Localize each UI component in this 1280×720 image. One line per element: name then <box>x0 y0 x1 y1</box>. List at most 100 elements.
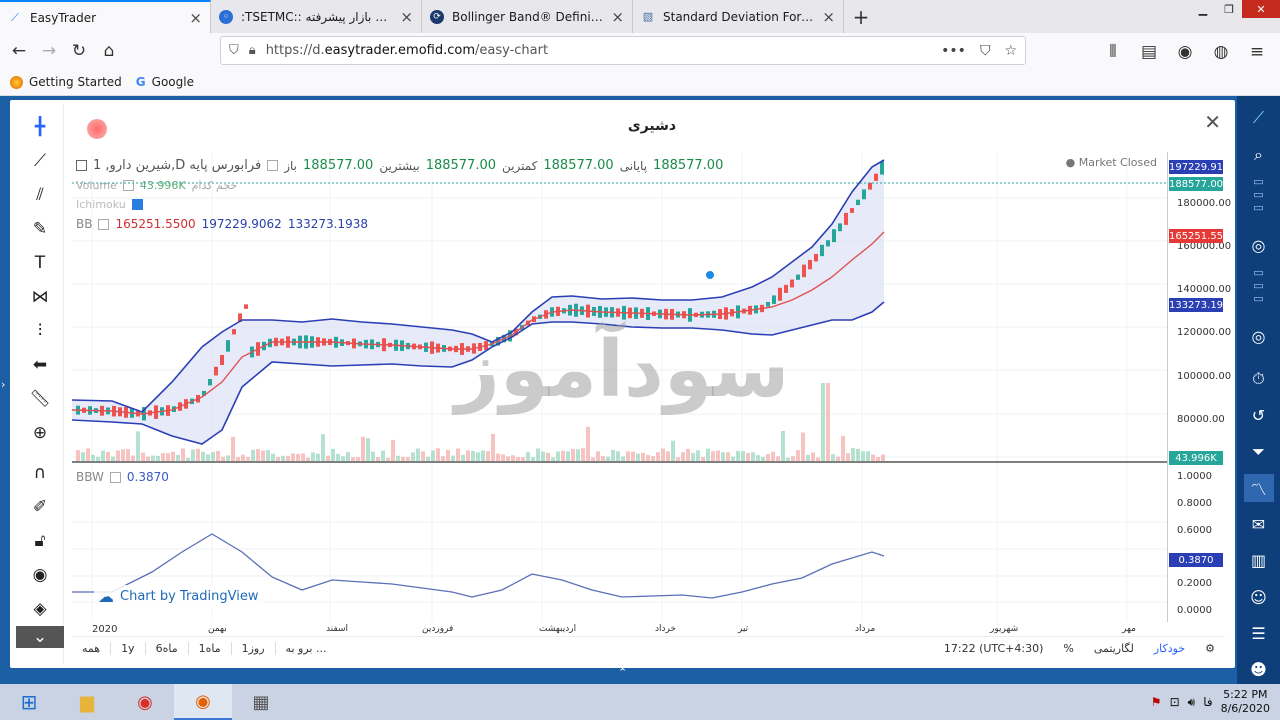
settings-icon[interactable] <box>98 218 110 230</box>
bookmark-star-icon[interactable]: ☆ <box>1004 43 1017 59</box>
trendline-icon[interactable]: ⟋ <box>16 144 64 178</box>
volume-bar <box>426 456 430 461</box>
globe-menu-icon[interactable]: ◍ <box>1206 37 1236 67</box>
crosshair-icon[interactable]: ╋ <box>16 110 64 144</box>
text-icon[interactable]: T <box>16 246 64 280</box>
network-icon[interactable]: ⊡ <box>1170 695 1180 709</box>
chart-line-icon[interactable]: 〽 <box>1243 473 1274 503</box>
bookmark-getting-started[interactable]: Getting Started <box>10 75 122 89</box>
price-axis[interactable] <box>1167 152 1225 622</box>
range-1y-button[interactable]: 1y <box>111 642 146 655</box>
watchlist-icon[interactable]: ◎ <box>1244 231 1274 259</box>
range-1m-button[interactable]: 1ماه <box>189 642 232 655</box>
tab-bollinger[interactable]: ⟳ Bollinger Band® Definition × <box>422 0 633 33</box>
pocket-icon[interactable]: ⛉ <box>980 43 991 59</box>
flag-icon[interactable]: ⚑ <box>1151 695 1162 709</box>
calculator-icon[interactable]: ▦ <box>232 684 290 720</box>
close-tab-icon[interactable]: × <box>400 8 413 26</box>
list-icon[interactable]: ☰ <box>1244 619 1274 647</box>
unlock-icon[interactable]: 🔓︎ <box>16 524 64 558</box>
chevron-down-icon[interactable]: ⌄ <box>16 626 64 648</box>
settings-icon[interactable] <box>267 160 279 171</box>
magnet-icon[interactable]: ∩ <box>16 456 64 490</box>
support-icon[interactable]: ☺ <box>1244 583 1274 611</box>
log-toggle[interactable]: لگاریتمی <box>1084 642 1144 655</box>
alarm-icon[interactable]: ⏱ <box>1244 365 1274 393</box>
eye-icon[interactable]: ◉ <box>16 558 64 592</box>
volume-bar <box>671 440 675 461</box>
collapse-icon[interactable] <box>76 160 87 171</box>
search-icon[interactable]: ⌕ <box>1244 140 1274 168</box>
url-bar[interactable]: ⛉ 🔒︎ https://d. easytrader.emofid.com/eas… <box>220 36 1026 65</box>
user-icon[interactable]: ☻ <box>1244 656 1274 684</box>
arrow-left-icon[interactable]: ⬅ <box>16 348 64 382</box>
pattern-icon[interactable]: ⋈ <box>16 280 64 314</box>
draw-lock-icon[interactable]: ✐ <box>16 490 64 524</box>
brush-icon[interactable]: ✎ <box>16 212 64 246</box>
account-icon[interactable]: ◉ <box>1170 37 1200 67</box>
forward-icon[interactable]: → <box>34 36 64 66</box>
close-tab-icon[interactable]: × <box>611 8 624 26</box>
tab-tsetmc[interactable]: ◦ :TSETMC:: ده بان بازار پیشرفته × <box>211 0 422 33</box>
close-icon[interactable]: ✕ <box>1204 110 1221 134</box>
pitchfork-icon[interactable]: ⫽ <box>16 178 64 212</box>
sidebar-icon[interactable]: ▤ <box>1134 37 1164 67</box>
volume-bar <box>271 453 275 461</box>
portfolio-vertical-tab[interactable]: ▭▭▭ <box>1252 266 1265 323</box>
minimize-icon[interactable]: ▁ <box>1190 0 1216 18</box>
bar-chart-icon[interactable]: ▥ <box>1244 547 1274 575</box>
home-icon[interactable]: ⌂ <box>94 36 124 66</box>
toolbar-expand-arrow[interactable]: › <box>1 378 5 391</box>
messages-icon[interactable]: ✉ <box>1244 510 1274 538</box>
filter-icon[interactable]: ⏷ <box>1244 438 1274 466</box>
dividend-marker[interactable] <box>706 271 714 279</box>
bookmark-google[interactable]: G Google <box>136 75 194 89</box>
gear-icon[interactable]: ⚙ <box>1195 642 1225 655</box>
volume-icon[interactable]: 🔊︎ <box>1188 695 1196 710</box>
keyboard-lang[interactable]: فا <box>1203 695 1212 709</box>
collapse-panel-arrow[interactable]: ⌃ <box>618 666 627 679</box>
back-icon[interactable]: ← <box>4 36 34 66</box>
close-window-icon[interactable]: ✕ <box>1242 0 1280 18</box>
volume-legend: Volume 43.996K حجم کدام <box>76 179 237 192</box>
volume-bar <box>191 449 195 461</box>
menu-icon[interactable]: ≡ <box>1242 37 1272 67</box>
goto-date-button[interactable]: برو به ... <box>276 642 337 655</box>
volume-bar <box>281 455 285 461</box>
ruler-icon[interactable]: 📏︎ <box>16 382 64 416</box>
more-icon[interactable]: ••• <box>941 43 966 59</box>
layers-icon[interactable]: ◈ <box>16 592 64 626</box>
timezone-label[interactable]: 17:22 (UTC+4:30) <box>934 642 1054 655</box>
reload-icon[interactable]: ↻ <box>64 36 94 66</box>
settings-icon[interactable] <box>122 180 134 191</box>
close-tab-icon[interactable]: × <box>822 8 835 26</box>
chrome-icon[interactable]: ◉ <box>116 684 174 720</box>
settings-icon[interactable] <box>109 471 121 483</box>
history-icon[interactable]: ↺ <box>1244 401 1274 429</box>
open-label: باز <box>284 158 297 173</box>
volume-bar <box>576 449 580 461</box>
watchlist-vertical-tab[interactable]: ▭▭▭ <box>1252 175 1265 232</box>
eye-icon[interactable] <box>131 199 143 210</box>
tradingview-brand[interactable]: ☁ Chart by TradingView <box>94 585 263 608</box>
library-icon[interactable]: ⫴ <box>1098 37 1128 67</box>
app-frame: ╋ ⟋ ⫽ ✎ T ⋈ ⫶ ⬅ 📏︎ ⊕ ∩ ✐ 🔓︎ ◉ ◈ ⌄ دشیری … <box>0 96 1280 684</box>
range-all-button[interactable]: همه <box>72 642 112 655</box>
prediction-icon[interactable]: ⫶ <box>16 314 64 348</box>
restore-icon[interactable]: ❐ <box>1216 0 1242 18</box>
clock[interactable]: 5:22 PM 8/6/2020 <box>1221 688 1270 716</box>
zoom-in-icon[interactable]: ⊕ <box>16 416 64 450</box>
range-1d-button[interactable]: 1روز <box>232 642 276 655</box>
portfolio-icon[interactable]: ◎ <box>1244 322 1274 350</box>
new-tab-button[interactable]: + <box>844 0 878 33</box>
auto-scale-toggle[interactable]: خودکار <box>1144 642 1195 655</box>
close-tab-icon[interactable]: × <box>189 9 202 27</box>
file-explorer-icon[interactable]: ▆ <box>58 684 116 720</box>
firefox-taskbar-icon[interactable]: ◉ <box>174 684 232 720</box>
percent-toggle[interactable]: % <box>1053 642 1083 655</box>
windows-start-icon[interactable]: ⊞ <box>0 684 58 720</box>
tab-stddev[interactable]: ▧ Standard Deviation Formulas × <box>633 0 844 33</box>
candle <box>844 212 848 225</box>
tab-easytrader[interactable]: ⟋ EasyTrader × <box>0 0 211 33</box>
range-6m-button[interactable]: 6ماه <box>146 642 189 655</box>
